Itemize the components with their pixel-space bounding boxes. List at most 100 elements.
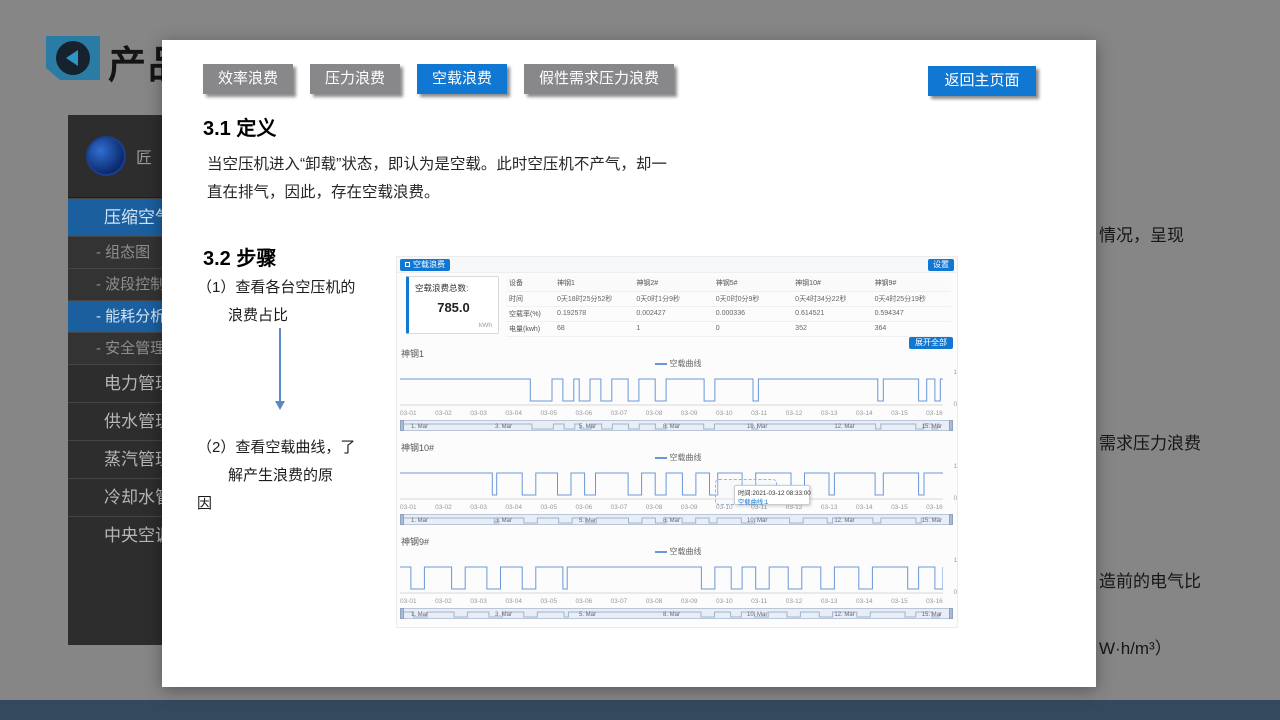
- table-cell: 空载率(%): [506, 306, 554, 321]
- cutoff-text-fragment: 需求压力浪费: [1099, 429, 1201, 454]
- x-tick-label: 03-07: [611, 410, 628, 417]
- sidebar-item[interactable]: 蒸汽管理: [68, 440, 162, 478]
- step1-text: （1）查看各台空压机的: [197, 276, 355, 297]
- y-axis-labels: 10: [954, 464, 957, 502]
- zoom-axis-label: 3. Mar: [495, 424, 512, 430]
- x-tick-label: 03-06: [576, 504, 593, 511]
- table-cell: 0.614521: [792, 306, 871, 321]
- sidebar-item[interactable]: 中央空调管理: [68, 516, 162, 554]
- datazoom-labels: 1. Mar3. Mar5. Mar8. Mar10. Mar12. Mar15…: [411, 609, 942, 620]
- x-tick-label: 03-10: [716, 598, 733, 605]
- waste-tab[interactable]: 空载浪费: [417, 64, 507, 94]
- table-cell: 0.594347: [872, 306, 951, 321]
- sidebar-item[interactable]: 供水管理: [68, 402, 162, 440]
- datazoom-labels: 1. Mar3. Mar5. Mar8. Mar10. Mar12. Mar15…: [411, 515, 942, 526]
- y-tick-label: 1: [954, 464, 957, 470]
- x-tick-label: 03-16: [926, 410, 943, 417]
- step2-text: 因: [197, 492, 212, 513]
- x-tick-label: 03-01: [400, 410, 417, 417]
- x-tick-label: 03-13: [821, 598, 838, 605]
- datazoom-right-handle[interactable]: [949, 514, 953, 525]
- sidebar: 匠 压缩空气- 组态图- 波段控制- 能耗分析- 安全管理电力管理供水管理蒸汽管…: [68, 115, 162, 645]
- datazoom-right-handle[interactable]: [949, 608, 953, 619]
- definition-text: 当空压机进入“卸载”状态，即认为是空载。此时空压机不产气，却一: [207, 152, 667, 174]
- waste-tab[interactable]: 假性需求压力浪费: [524, 64, 674, 94]
- cutoff-text-fragment: 造前的电气比: [1099, 567, 1201, 592]
- sidebar-item[interactable]: - 组态图: [68, 236, 162, 268]
- bottom-taskbar-band: [0, 700, 1280, 720]
- step2-text: （2）查看空载曲线，了: [197, 436, 355, 457]
- sidebar-item[interactable]: - 波段控制: [68, 268, 162, 300]
- chart-legend[interactable]: 空载曲线: [397, 546, 959, 557]
- table-row: 时间0天18时25分52秒0天0时1分9秒0天0时0分9秒0天4时34分22秒0…: [506, 291, 951, 306]
- x-tick-label: 03-16: [926, 504, 943, 511]
- sidebar-item[interactable]: 冷却水管理: [68, 478, 162, 516]
- sidebar-item[interactable]: - 安全管理: [68, 332, 162, 364]
- device-table: 设备神钢1神钢2#神钢5#神钢10#神钢9# 时间0天18时25分52秒0天0时…: [506, 276, 951, 337]
- chart-block: 神钢10# 空载曲线 10 03-0103-0203-0303-0403-050…: [397, 441, 959, 535]
- sidebar-item[interactable]: 压缩空气: [68, 198, 162, 236]
- x-tick-label: 03-08: [646, 410, 663, 417]
- y-axis-labels: 10: [954, 558, 957, 596]
- datazoom-slider[interactable]: 1. Mar3. Mar5. Mar8. Mar10. Mar12. Mar15…: [400, 514, 953, 525]
- datazoom-slider[interactable]: 1. Mar3. Mar5. Mar8. Mar10. Mar12. Mar15…: [400, 420, 953, 431]
- datazoom-left-handle[interactable]: [400, 514, 404, 525]
- x-tick-label: 03-12: [786, 410, 803, 417]
- x-tick-label: 03-09: [681, 504, 698, 511]
- datazoom-slider[interactable]: 1. Mar3. Mar5. Mar8. Mar10. Mar12. Mar15…: [400, 608, 953, 619]
- zoom-axis-label: 5. Mar: [579, 518, 596, 524]
- x-tick-label: 03-03: [470, 504, 487, 511]
- zoom-axis-label: 3. Mar: [495, 612, 512, 618]
- definition-heading: 3.1 定义: [203, 112, 276, 141]
- zoom-axis-label: 10. Mar: [747, 424, 767, 430]
- stat-unit: kWh: [479, 322, 492, 329]
- zoom-axis-label: 8. Mar: [663, 612, 680, 618]
- cutoff-text-fragment: W·h/m³）: [1099, 634, 1172, 659]
- sidebar-item[interactable]: 电力管理: [68, 364, 162, 402]
- sidebar-item[interactable]: - 能耗分析: [68, 300, 162, 332]
- x-tick-label: 03-08: [646, 504, 663, 511]
- datazoom-labels: 1. Mar3. Mar5. Mar8. Mar10. Mar12. Mar15…: [411, 421, 942, 432]
- back-arrow-icon: [56, 41, 90, 75]
- x-tick-label: 03-09: [681, 410, 698, 417]
- definition-text: 直在排气，因此，存在空载浪费。: [207, 180, 440, 202]
- chart-legend[interactable]: 空载曲线: [397, 358, 959, 369]
- y-tick-label: 1: [954, 370, 957, 376]
- settings-button[interactable]: 设置: [928, 259, 954, 271]
- x-tick-label: 03-15: [891, 504, 908, 511]
- x-tick-label: 03-01: [400, 504, 417, 511]
- datazoom-left-handle[interactable]: [400, 420, 404, 431]
- x-tick-label: 03-12: [786, 598, 803, 605]
- stat-value: 785.0: [409, 300, 498, 315]
- stat-card: 空载浪费总数: 785.0 kWh: [406, 276, 499, 334]
- logo-icon: [86, 136, 126, 176]
- waste-tab[interactable]: 效率浪费: [203, 64, 293, 94]
- cutoff-text-fragment: 情况，呈现: [1099, 221, 1184, 246]
- line-series: [400, 558, 943, 596]
- back-button[interactable]: [46, 36, 100, 80]
- table-cell: 0.000336: [713, 306, 792, 321]
- table-header-cell: 神钢1: [554, 276, 633, 291]
- x-tick-label: 03-13: [821, 504, 838, 511]
- datazoom-right-handle[interactable]: [949, 420, 953, 431]
- x-tick-label: 03-06: [576, 410, 593, 417]
- dashboard-title-badge: 空载浪费: [400, 259, 450, 271]
- chart-tooltip: 时间:2021-03-12 08:33:00 空载曲线:1: [734, 485, 810, 505]
- zoom-axis-label: 10. Mar: [747, 612, 767, 618]
- chart-legend[interactable]: 空载曲线: [397, 452, 959, 463]
- x-tick-label: 03-16: [926, 598, 943, 605]
- logo-text: 匠: [136, 144, 152, 168]
- waste-detail-modal: 效率浪费压力浪费空载浪费假性需求压力浪费 返回主页面 3.1 定义 当空压机进入…: [162, 40, 1096, 687]
- zoom-axis-label: 15. Mar: [922, 518, 942, 524]
- table-cell: 电量(kwh): [506, 321, 554, 336]
- return-main-button[interactable]: 返回主页面: [928, 66, 1036, 96]
- dashboard-header: [397, 257, 957, 273]
- legend-line-icon: [655, 363, 667, 365]
- zoom-axis-label: 1. Mar: [411, 612, 428, 618]
- zoom-axis-label: 8. Mar: [663, 518, 680, 524]
- badge-icon: [405, 262, 410, 267]
- datazoom-left-handle[interactable]: [400, 608, 404, 619]
- zoom-axis-label: 15. Mar: [922, 424, 942, 430]
- page-background: 产品 匠 压缩空气- 组态图- 波段控制- 能耗分析- 安全管理电力管理供水管理…: [0, 0, 1280, 720]
- waste-tab[interactable]: 压力浪费: [310, 64, 400, 94]
